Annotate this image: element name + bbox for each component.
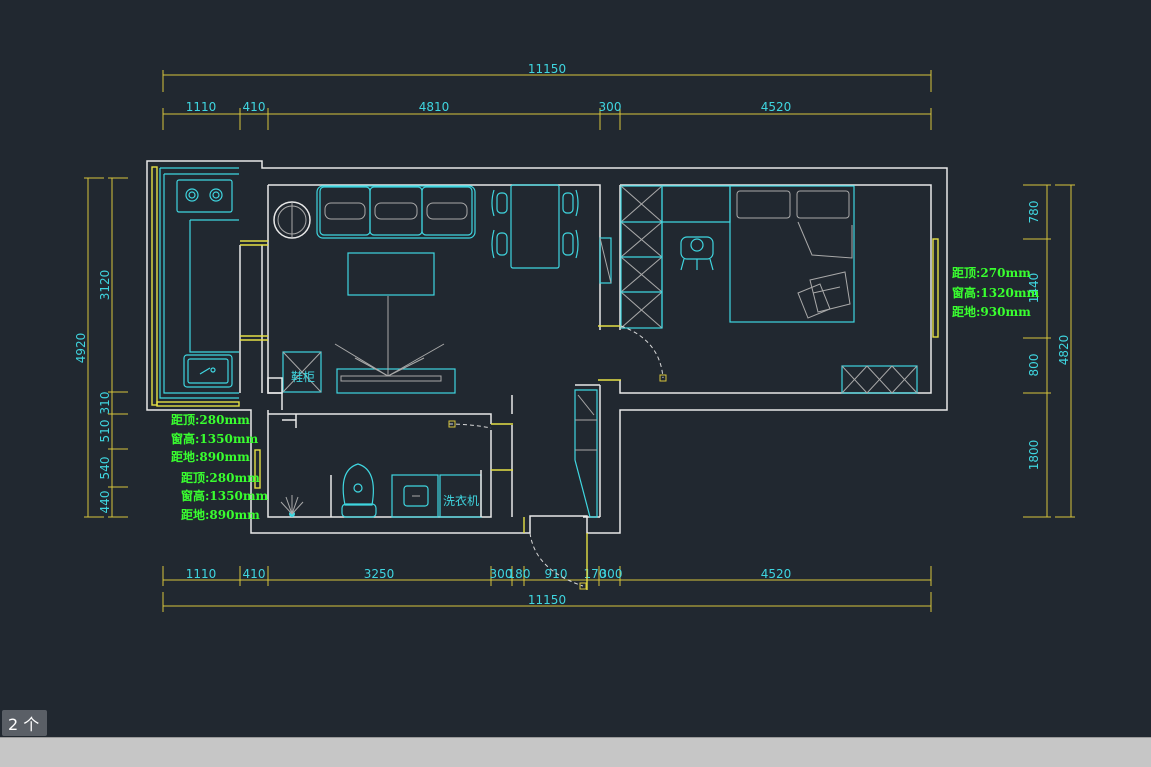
door-swings	[448, 325, 667, 590]
toilet-icon[interactable]	[341, 463, 377, 518]
walls	[146, 160, 948, 534]
left-dimension-1: 3120	[98, 270, 112, 301]
hallway-cabinet-icon[interactable]	[574, 389, 598, 518]
kitchen-sink-icon	[183, 354, 233, 388]
left-total-dimension: 4920	[74, 333, 88, 364]
note-left-1: 距顶:280mm	[171, 413, 250, 427]
bottom-dimension-2: 410	[243, 567, 266, 581]
wardrobe-icon[interactable]	[620, 185, 731, 329]
floor-plan-canvas[interactable]: 11150 1110 410 4810 300 4520 1110 410 32…	[0, 0, 1151, 737]
left-dimension-4: 540	[98, 457, 112, 480]
left-dimension-2: 310	[98, 392, 112, 415]
bottom-dimension-9: 4520	[761, 567, 792, 581]
tv-cabinet-icon[interactable]	[334, 296, 456, 394]
bottom-dimension-6: 910	[545, 567, 568, 581]
kitchen-counter[interactable]	[159, 167, 239, 399]
floor-drain-icon	[280, 495, 304, 517]
shoe-cabinet-label: 鞋柜	[291, 369, 315, 384]
top-dimension-3: 4810	[419, 100, 450, 114]
left-dimension-3: 510	[98, 420, 112, 443]
wall-panel-mark	[599, 237, 612, 284]
selection-count-badge[interactable]: 2 个	[2, 710, 48, 736]
bottom-dimension-8: 300	[600, 567, 623, 581]
top-dimension-chain: 11150 1110 410 4810 300 4520	[162, 62, 932, 130]
round-table-icon	[273, 201, 311, 239]
bottom-total-dimension: 11150	[528, 593, 566, 607]
note-left-3: 距地:890mm	[171, 449, 250, 464]
right-dimension-4: 1800	[1027, 440, 1041, 471]
right-dimension-chain: 780 1440 800 1800 4820	[1023, 184, 1075, 518]
column	[267, 377, 283, 394]
bed-icon[interactable]	[729, 185, 855, 323]
note-left-4: 距顶:280mm	[181, 471, 260, 485]
top-total-dimension: 11150	[528, 62, 566, 76]
washing-machine-icon[interactable]: 洗衣机	[439, 474, 482, 518]
left-dimension-chain: 4920 3120 310 510 540 440	[74, 177, 128, 518]
gas-stove-icon	[176, 179, 233, 213]
right-total-dimension: 4820	[1057, 335, 1071, 366]
right-dimension-1: 780	[1027, 201, 1041, 224]
right-dimension-3: 800	[1027, 354, 1041, 377]
left-window-notes: 距顶:280mm 窗高:1350mm 距地:890mm 距顶:280mm 窗高:…	[171, 413, 269, 522]
note-right-2: 窗高:1320mm	[952, 285, 1040, 300]
right-window-notes: 距顶:270mm 窗高:1320mm 距地:930mm	[952, 266, 1040, 319]
shoe-cabinet-icon[interactable]: 鞋柜	[282, 351, 322, 393]
dining-table-icon[interactable]	[491, 184, 579, 269]
bottom-dimension-5: 180	[508, 567, 531, 581]
sofa-icon[interactable]	[316, 185, 476, 239]
wash-basin-icon[interactable]	[391, 474, 439, 518]
bottom-status-bar	[0, 737, 1151, 767]
coffee-table-icon[interactable]	[347, 252, 435, 296]
bottom-dimension-3: 3250	[364, 567, 395, 581]
desk-chair-icon	[680, 236, 714, 271]
note-left-2: 窗高:1350mm	[171, 431, 259, 446]
top-dimension-1: 1110	[186, 100, 217, 114]
note-left-6: 距地:890mm	[181, 507, 260, 522]
top-dimension-2: 410	[243, 100, 266, 114]
bedside-cabinet-icon[interactable]	[841, 365, 918, 394]
bottom-dimension-chain: 1110 410 3250 300 180 910 170 300 4520 1…	[162, 566, 932, 612]
top-dimension-5: 4520	[761, 100, 792, 114]
left-dimension-5: 440	[98, 491, 112, 514]
top-dimension-4: 300	[599, 100, 622, 114]
washing-machine-label: 洗衣机	[443, 493, 479, 508]
note-right-3: 距地:930mm	[952, 304, 1031, 319]
note-right-1: 距顶:270mm	[952, 266, 1031, 280]
note-left-5: 窗高:1350mm	[181, 488, 269, 503]
bottom-dimension-1: 1110	[186, 567, 217, 581]
